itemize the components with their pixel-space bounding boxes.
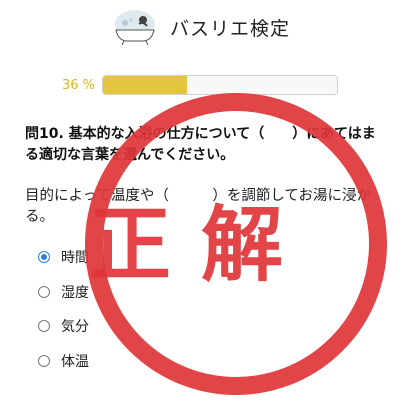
- option-label: 気分: [61, 319, 89, 336]
- radio-button[interactable]: [38, 285, 50, 298]
- option-item[interactable]: 体温: [38, 344, 258, 379]
- header: バスリエ検定: [110, 6, 290, 48]
- option-item[interactable]: 気分: [38, 309, 258, 344]
- option-label: 体温: [61, 353, 89, 370]
- option-label: 時間: [61, 250, 89, 267]
- radio-button[interactable]: [38, 320, 50, 333]
- progress-percent: 36 %: [62, 77, 96, 93]
- bathtub-logo-icon: [115, 10, 155, 46]
- radio-button[interactable]: [38, 354, 50, 367]
- progress-bar: [102, 75, 338, 95]
- progress-bar-fill: [103, 76, 188, 94]
- answer-options: 時間 湿度 気分 体温: [38, 240, 258, 378]
- question-prompt: 目的によって温度や（ ）を調節してお湯に浸かる。: [25, 188, 371, 225]
- option-label: 湿度: [61, 284, 89, 301]
- quiz-page: バスリエ検定 36 % 問10. 基本的な入浴の仕方について（ ）にあてはまる適…: [0, 0, 402, 402]
- option-item[interactable]: 湿度: [38, 275, 258, 310]
- progress-section: 36 %: [62, 74, 340, 96]
- page-title: バスリエ検定: [170, 17, 291, 40]
- radio-button[interactable]: [38, 251, 50, 264]
- option-item[interactable]: 時間: [38, 240, 258, 275]
- question-text: 問10. 基本的な入浴の仕方について（ ）にあてはまる適切な言葉を選んでください…: [25, 126, 376, 163]
